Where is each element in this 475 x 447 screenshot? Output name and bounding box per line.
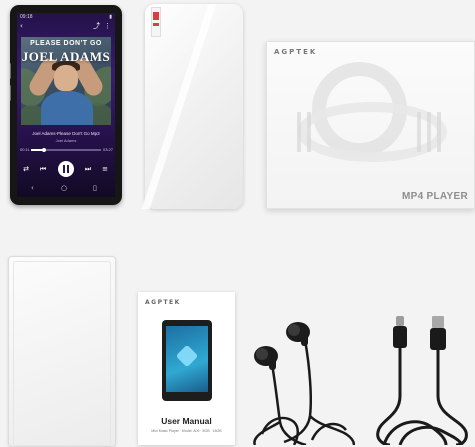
player-screen: 09:18 ▮ ‹ ⤴ ⋮ PLEASE DON'T GO JOEL ADAMS… xyxy=(17,13,115,197)
album-title-line1: PLEASE DON'T GO xyxy=(30,40,102,47)
earphones xyxy=(253,322,355,445)
time-elapsed: 00:11 xyxy=(20,147,30,152)
product-box: AGPTEK MP4 PLAYER xyxy=(266,41,475,209)
box-brand: AGPTEK xyxy=(274,48,318,56)
manual-brand: AGPTEK xyxy=(145,299,181,306)
mp4-player-device: 09:18 ▮ ‹ ⤴ ⋮ PLEASE DON'T GO JOEL ADAMS… xyxy=(10,5,122,205)
player-top-bar: ‹ ⤴ ⋮ xyxy=(17,22,115,32)
box-product-label: MP4 PLAYER xyxy=(402,191,468,202)
manual-title: User Manual xyxy=(161,416,212,426)
nav-back-icon[interactable]: ‹ xyxy=(31,184,34,192)
pause-button[interactable] xyxy=(58,161,74,177)
status-time: 09:18 xyxy=(20,14,33,20)
progress-knob[interactable] xyxy=(41,147,46,152)
time-total: 03:27 xyxy=(102,147,113,152)
system-nav-bar: ‹ ○ ▯ xyxy=(17,181,115,195)
artist-name: Joel Adams xyxy=(55,138,77,143)
power-button xyxy=(10,85,11,101)
status-bar: 09:18 ▮ xyxy=(17,13,115,21)
clear-protective-case xyxy=(8,256,116,447)
volume-button xyxy=(10,63,11,79)
progress-track[interactable] xyxy=(31,147,101,152)
album-title-line2: JOEL ADAMS xyxy=(21,49,111,64)
manual-device-image xyxy=(162,320,212,401)
song-title: Joel Adams-Please Don't Go Mp3 xyxy=(32,131,100,136)
nav-recent-icon[interactable]: ▯ xyxy=(93,184,97,192)
repeat-icon[interactable]: ⇄ xyxy=(21,163,31,175)
album-art: PLEASE DON'T GO JOEL ADAMS xyxy=(21,37,111,125)
previous-icon[interactable]: ⏮ xyxy=(38,163,48,175)
box-swirl-graphic-2 xyxy=(297,102,447,162)
share-icon[interactable]: ⤴ xyxy=(93,23,100,30)
next-icon[interactable]: ⏭ xyxy=(83,163,93,175)
back-icon[interactable]: ‹ xyxy=(20,23,27,30)
protector-pull-tab xyxy=(151,7,161,37)
usb-cable xyxy=(376,316,468,445)
nav-home-icon[interactable]: ○ xyxy=(61,184,67,192)
battery-icon: ▮ xyxy=(109,14,112,20)
playlist-icon[interactable]: ≡ xyxy=(100,163,110,175)
manual-subtitle: Mini Music Player · Model: A09 · 8GB · 1… xyxy=(151,429,222,433)
user-manual: AGPTEK User Manual Mini Music Player · M… xyxy=(138,292,235,445)
more-icon[interactable]: ⋮ xyxy=(104,23,111,30)
